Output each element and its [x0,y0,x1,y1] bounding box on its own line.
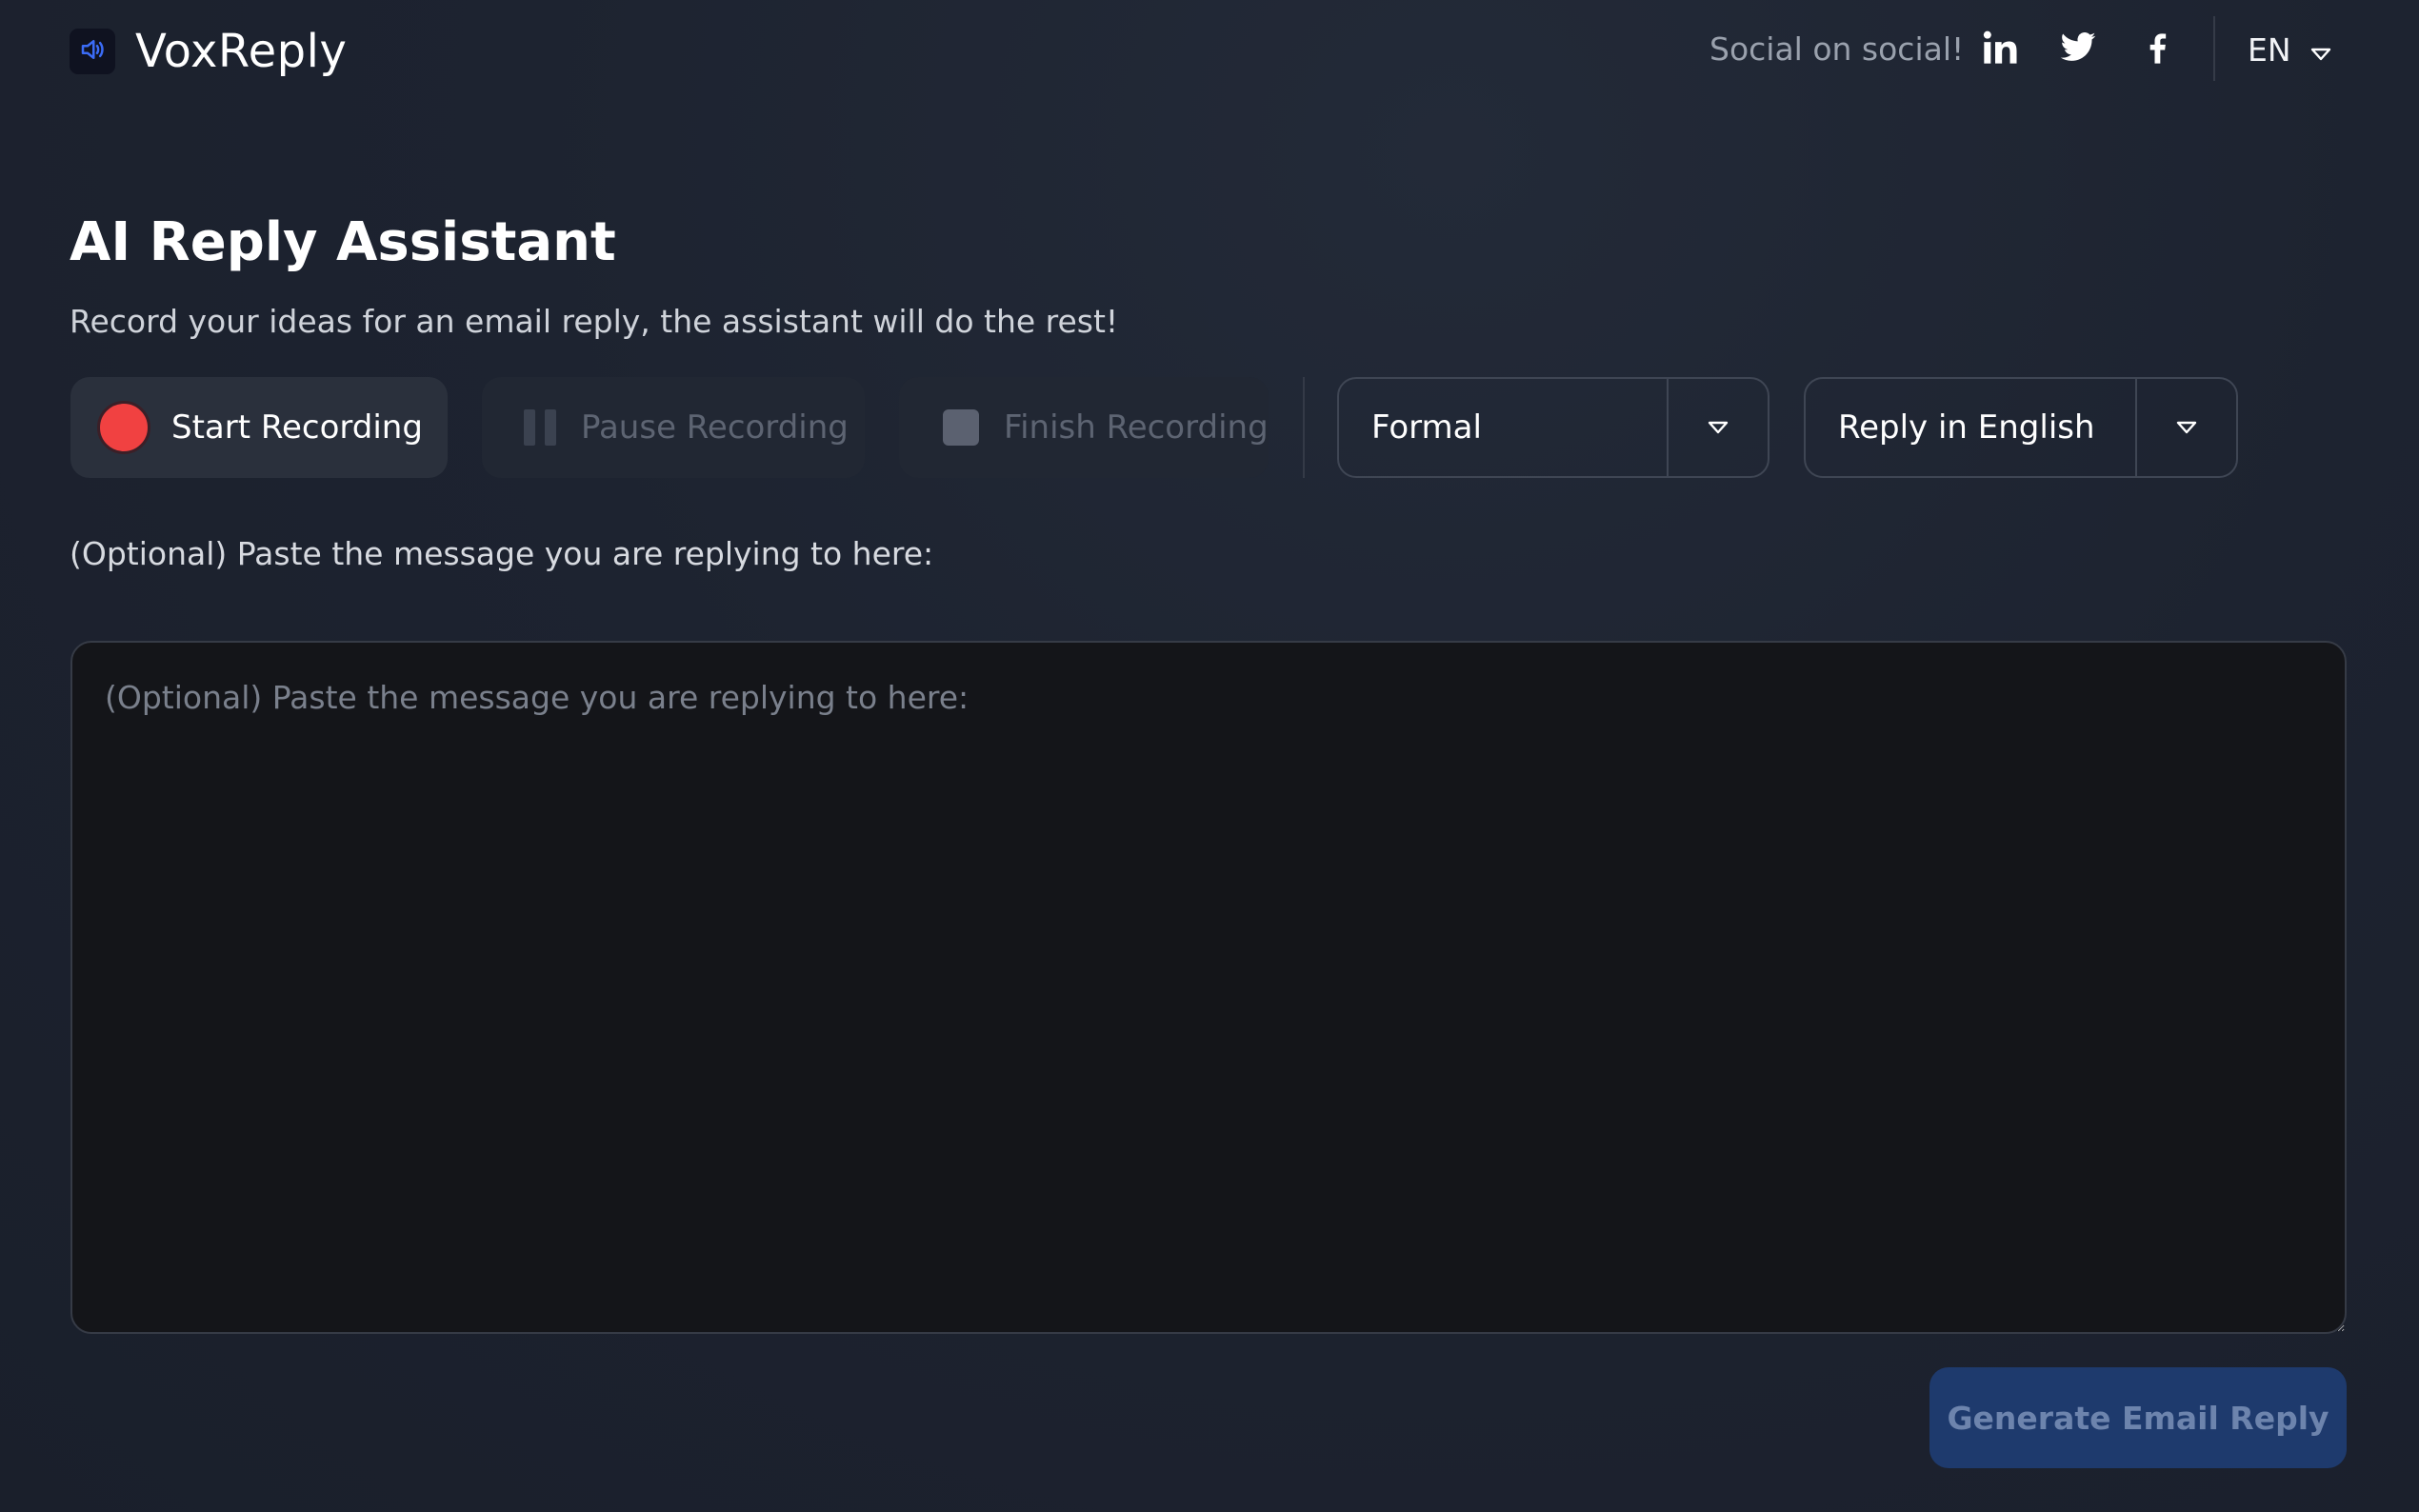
logo[interactable] [70,29,115,74]
linkedin-icon[interactable] [1976,24,2024,71]
finish-recording-button[interactable]: Finish Recording [899,377,1269,478]
social-caption: Social on social! [1709,30,1965,68]
reply-language-value: Reply in English [1838,408,2095,447]
twitter-icon[interactable] [2054,24,2102,71]
controls-divider [1303,377,1305,478]
message-label: (Optional) Paste the message you are rep… [70,535,934,572]
pause-recording-label: Pause Recording [581,408,849,447]
tone-select[interactable]: Formal [1337,377,1769,478]
message-textarea[interactable] [70,641,2347,1334]
language-selector[interactable]: EN [2248,29,2331,70]
speaker-icon [78,35,107,68]
chevron-down-icon[interactable] [1667,379,1768,476]
record-icon [97,401,150,454]
language-label: EN [2248,30,2291,69]
top-header: VoxReply Social on social! EN [0,0,2419,105]
finish-recording-label: Finish Recording [1004,408,1269,447]
chevron-down-icon [2310,31,2331,69]
reply-language-select[interactable]: Reply in English [1804,377,2238,478]
page-subtitle: Record your ideas for an email reply, th… [70,303,1119,340]
pause-icon [524,409,556,446]
generate-email-reply-button[interactable]: Generate Email Reply [1929,1367,2347,1468]
page-title: AI Reply Assistant [70,211,616,273]
brand-name[interactable]: VoxReply [135,25,347,78]
facebook-icon[interactable] [2133,24,2181,71]
pause-recording-button[interactable]: Pause Recording [482,377,865,478]
tone-select-value: Formal [1371,408,1482,447]
start-recording-button[interactable]: Start Recording [70,377,448,478]
chevron-down-icon[interactable] [2135,379,2236,476]
header-divider [2213,16,2215,81]
start-recording-label: Start Recording [171,408,423,447]
stop-icon [943,409,979,446]
